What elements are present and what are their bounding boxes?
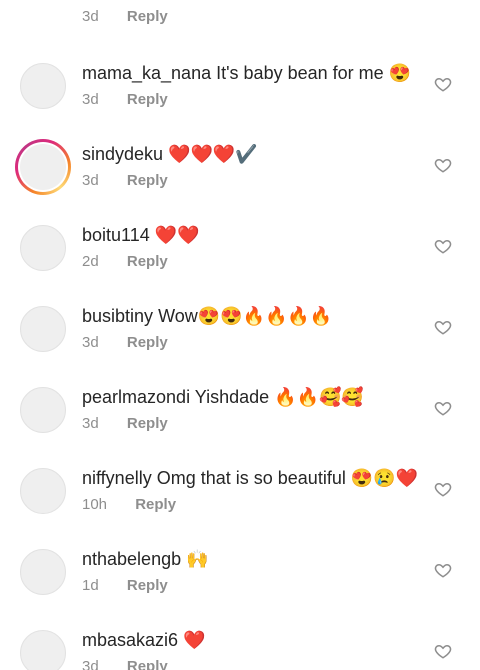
username[interactable]: mbasakazi6	[82, 630, 178, 650]
username[interactable]: niffynelly	[82, 468, 152, 488]
heart-outline-icon[interactable]	[434, 642, 452, 660]
comment-meta: 3d Reply	[82, 91, 168, 108]
comment-time: 3d	[82, 334, 99, 351]
comment-meta: 3d Reply	[82, 415, 168, 432]
reply-button[interactable]: Reply	[127, 253, 168, 270]
comment-meta: 3d Reply	[82, 172, 168, 189]
comment-time: 3d	[82, 91, 99, 108]
comment-line: sindydeku ❤️❤️❤️✔️	[82, 143, 258, 165]
username[interactable]: mama_ka_nana	[82, 63, 211, 83]
heart-outline-icon[interactable]	[434, 75, 452, 93]
comment-time: 3d	[82, 8, 99, 25]
comment-text: Yishdade 🔥🔥🥰🥰	[194, 387, 364, 407]
comment-time: 3d	[82, 415, 99, 432]
reply-button[interactable]: Reply	[135, 496, 176, 513]
comment-item: boitu114 ❤️❤️ 2d Reply	[0, 223, 480, 304]
avatar[interactable]	[20, 468, 66, 514]
comment-time: 3d	[82, 658, 99, 670]
comment-line: nthabelengb 🙌	[82, 548, 209, 570]
reply-button[interactable]: Reply	[127, 334, 168, 351]
avatar[interactable]	[20, 387, 66, 433]
avatar	[20, 144, 66, 190]
username[interactable]: busibtiny	[82, 306, 153, 326]
comment-line: busibtiny Wow😍😍🔥🔥🔥🔥	[82, 305, 332, 327]
avatar-story-ring[interactable]	[15, 139, 71, 195]
comment-time: 2d	[82, 253, 99, 270]
comment-line: boitu114 ❤️❤️	[82, 224, 200, 246]
comment-item: mama_ka_nana It's baby bean for me 😍 3d …	[0, 61, 480, 142]
comment-item: sindydeku ❤️❤️❤️✔️ 3d Reply	[0, 139, 480, 223]
reply-button[interactable]: Reply	[127, 415, 168, 432]
comment-line: niffynelly Omg that is so beautiful 😍😢❤️	[82, 467, 418, 489]
avatar[interactable]	[20, 630, 66, 670]
username[interactable]: sindydeku	[82, 144, 163, 164]
comment-text: ❤️	[183, 630, 206, 650]
comment-time: 10h	[82, 496, 108, 513]
heart-outline-icon[interactable]	[434, 480, 452, 498]
heart-outline-icon[interactable]	[434, 561, 452, 579]
username[interactable]: nthabelengb	[82, 549, 181, 569]
comment-meta: 3d Reply	[82, 8, 168, 25]
heart-outline-icon[interactable]	[434, 156, 452, 174]
reply-button[interactable]: Reply	[127, 91, 168, 108]
reply-button[interactable]: Reply	[127, 658, 168, 670]
comment-meta: 2d Reply	[82, 253, 168, 270]
avatar[interactable]	[20, 549, 66, 595]
reply-button[interactable]: Reply	[127, 8, 168, 25]
comment-line: mbasakazi6 ❤️	[82, 629, 205, 651]
comment-text: Omg that is so beautiful 😍😢❤️	[156, 468, 419, 488]
avatar[interactable]	[20, 225, 66, 271]
comment-meta: 3d Reply	[82, 658, 168, 670]
comment-line: pearlmazondi Yishdade 🔥🔥🥰🥰	[82, 386, 364, 408]
comment-meta: 1d Reply	[82, 577, 168, 594]
avatar[interactable]	[20, 306, 66, 352]
avatar[interactable]	[20, 63, 66, 109]
comment-text: It's baby bean for me 😍	[216, 63, 412, 83]
username[interactable]: boitu114	[82, 225, 150, 245]
comment-item: niffynelly Omg that is so beautiful 😍😢❤️…	[0, 466, 480, 547]
comment-text: Wow😍😍🔥🔥🔥🔥	[158, 306, 333, 326]
heart-outline-icon[interactable]	[434, 399, 452, 417]
comment-time: 3d	[82, 172, 99, 189]
comment-item: mbasakazi6 ❤️ 3d Reply	[0, 628, 480, 670]
heart-outline-icon[interactable]	[434, 318, 452, 336]
comment-item: busibtiny Wow😍😍🔥🔥🔥🔥 3d Reply	[0, 304, 480, 385]
comment-meta: 3d Reply	[82, 334, 168, 351]
username[interactable]: pearlmazondi	[82, 387, 190, 407]
comment-line: mama_ka_nana It's baby bean for me 😍	[82, 62, 411, 84]
comment-meta: 10h Reply	[82, 496, 176, 513]
comment-text: ❤️❤️	[154, 225, 200, 245]
comment-text: ❤️❤️❤️✔️	[168, 144, 258, 164]
reply-button[interactable]: Reply	[127, 577, 168, 594]
comment-text: 🙌	[186, 549, 209, 569]
comment-item: nthabelengb 🙌 1d Reply	[0, 547, 480, 628]
reply-button[interactable]: Reply	[127, 172, 168, 189]
comment-time: 1d	[82, 577, 99, 594]
heart-outline-icon[interactable]	[434, 237, 452, 255]
comment-item: pearlmazondi Yishdade 🔥🔥🥰🥰 3d Reply	[0, 385, 480, 466]
